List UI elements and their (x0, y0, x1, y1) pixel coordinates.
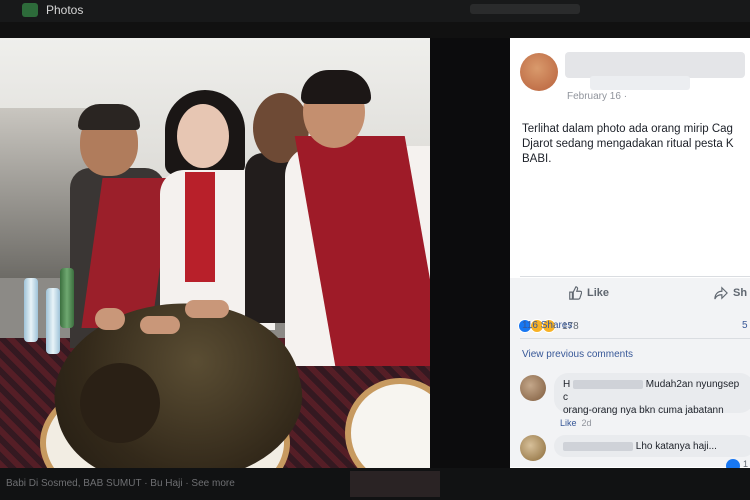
commenter-initial[interactable]: H (563, 379, 570, 390)
like-label: Like (587, 287, 610, 299)
post-date[interactable]: February 16 · (567, 91, 627, 102)
author-name-redacted-2 (590, 76, 690, 90)
commenter-avatar[interactable] (520, 435, 546, 461)
share-button[interactable]: Sh (714, 286, 747, 300)
pig-snout (80, 363, 160, 443)
water-bottle (24, 278, 38, 342)
bottom-thumbnail[interactable] (350, 471, 440, 497)
post-photo[interactable] (0, 38, 430, 468)
top-bar: Photos (0, 0, 750, 22)
viewer-frame: Photos February 16 · Terlihat dalam phot… (0, 0, 750, 500)
author-name-redacted[interactable] (565, 52, 745, 78)
photos-app-icon[interactable] (22, 3, 38, 17)
comment-like-link[interactable]: Like (560, 418, 577, 428)
commenter-avatar[interactable] (520, 375, 546, 401)
bottom-strip: Babi Di Sosmed, BAB SUMUT · Bu Haji · Se… (0, 468, 750, 500)
view-previous-comments-link[interactable]: View previous comments (522, 349, 633, 360)
comment-bubble: H Mudah2an nyungsep c orang-orang nya bk… (554, 373, 750, 416)
comment-like-badge-icon (726, 459, 740, 468)
thumb-up-icon (569, 286, 582, 300)
hand (140, 316, 180, 334)
post-text: Terlihat dalam photo ada orang mirip Cag… (522, 123, 734, 165)
commenter-name-redacted[interactable] (563, 441, 633, 451)
post-card: February 16 · Terlihat dalam photo ada o… (510, 38, 750, 468)
shares-count[interactable]: 116 Shares (522, 320, 572, 331)
bottom-caption: Babi Di Sosmed, BAB SUMUT · Bu Haji · Se… (6, 478, 235, 489)
share-label: Sh (733, 287, 748, 299)
comments-count[interactable]: 5 (742, 320, 748, 331)
comment-text: Lho katanya haji... (635, 441, 717, 452)
photo-person-4 (275, 70, 430, 366)
green-bottle (60, 268, 74, 328)
commenter-name-redacted[interactable] (573, 379, 644, 389)
comment-time[interactable]: 2d (582, 418, 592, 428)
divider (520, 338, 750, 339)
hand (95, 308, 125, 330)
comment-like-count: 1 (743, 459, 749, 468)
comment-meta: Like 2d (560, 418, 592, 428)
comment-bubble: Lho katanya haji... (554, 435, 750, 457)
comment-text-line2: orang-orang nya bkn cuma jabatann (563, 405, 724, 416)
viewer-gutter (430, 38, 510, 468)
blurred-header-text (470, 4, 580, 14)
like-button[interactable]: Like (568, 286, 609, 300)
share-arrow-icon (714, 286, 728, 300)
app-title: Photos (46, 3, 84, 17)
divider (520, 276, 750, 277)
hand (185, 300, 229, 318)
author-avatar[interactable] (520, 53, 558, 91)
water-bottle (46, 288, 60, 354)
